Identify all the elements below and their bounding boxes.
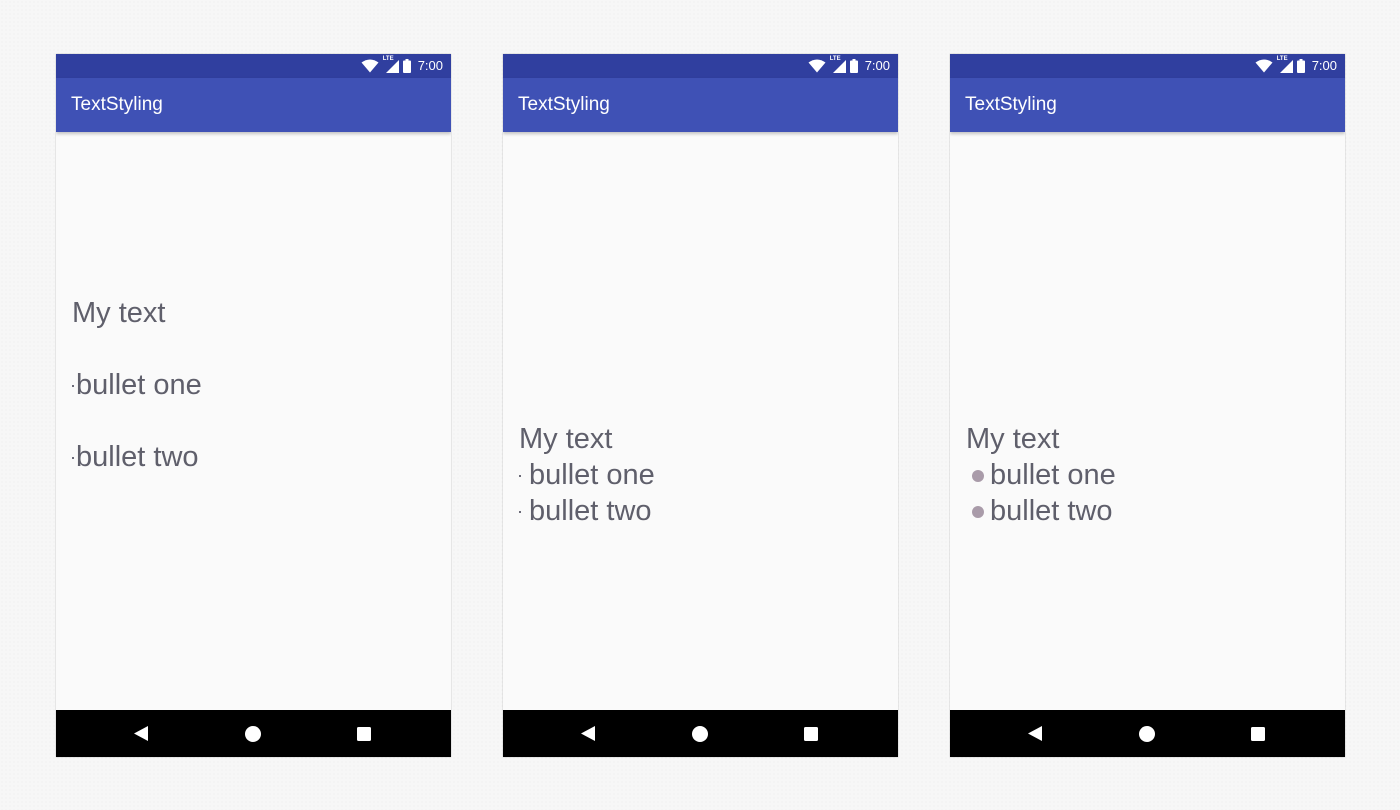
bullet-dot-icon: [519, 475, 521, 478]
back-button[interactable]: [568, 710, 608, 757]
battery-icon: [1296, 59, 1305, 73]
navigation-bar: [950, 710, 1345, 757]
app-bar: TextStyling: [503, 78, 898, 132]
status-time: 7:00: [864, 58, 890, 73]
bullet-item: bullet two: [519, 493, 655, 529]
home-circle-icon: [692, 725, 708, 742]
bullet-dot-icon: [972, 506, 984, 519]
status-bar: LTE 7:00: [503, 54, 898, 78]
status-bar: LTE 7:00: [56, 54, 451, 78]
styled-text: My text bullet one bullet two: [72, 295, 202, 475]
styled-text: My text bullet one bullet two: [966, 421, 1116, 529]
styled-text: My text bullet one bullet two: [519, 421, 655, 529]
bullet-item: bullet one: [966, 457, 1116, 493]
bullet-item: bullet one: [72, 367, 202, 403]
lte-signal-icon: LTE: [830, 56, 846, 73]
bullet-label: bullet two: [529, 495, 652, 527]
app-bar: TextStyling: [56, 78, 451, 132]
phone-screen-1: LTE 7:00 TextStyling My text bullet one …: [56, 54, 451, 757]
content-area: My text bullet one bullet two: [56, 132, 451, 710]
bullet-dot-icon: [972, 470, 984, 483]
wifi-icon: [361, 59, 379, 73]
recents-square-icon: [1251, 726, 1265, 741]
back-triangle-icon: [581, 726, 595, 741]
recents-button[interactable]: [791, 710, 831, 757]
bullet-dot-icon: [72, 457, 74, 460]
bullet-label: bullet two: [990, 495, 1113, 527]
battery-icon: [849, 59, 858, 73]
back-triangle-icon: [1028, 726, 1042, 741]
text-heading: My text: [72, 297, 166, 329]
app-title: TextStyling: [71, 94, 163, 115]
app-title: TextStyling: [518, 94, 610, 115]
lte-signal-icon: LTE: [383, 56, 399, 73]
bullet-label: bullet one: [76, 369, 202, 401]
home-circle-icon: [245, 725, 261, 742]
status-bar: LTE 7:00: [950, 54, 1345, 78]
navigation-bar: [503, 710, 898, 757]
bullet-dot-icon: [72, 385, 74, 388]
navigation-bar: [56, 710, 451, 757]
recents-button[interactable]: [344, 710, 384, 757]
phone-screen-2: LTE 7:00 TextStyling My text bullet one …: [503, 54, 898, 757]
recents-square-icon: [357, 726, 371, 741]
back-button[interactable]: [1015, 710, 1055, 757]
lte-signal-icon: LTE: [1277, 56, 1293, 73]
text-heading: My text: [519, 423, 613, 455]
bullet-label: bullet one: [529, 459, 655, 491]
bullet-item: bullet one: [519, 457, 655, 493]
status-time: 7:00: [1311, 58, 1337, 73]
bullet-label: bullet two: [76, 441, 199, 473]
recents-button[interactable]: [1238, 710, 1278, 757]
home-button[interactable]: [1127, 710, 1167, 757]
status-time: 7:00: [417, 58, 443, 73]
home-button[interactable]: [233, 710, 273, 757]
content-area: My text bullet one bullet two: [503, 132, 898, 710]
back-button[interactable]: [121, 710, 161, 757]
wifi-icon: [808, 59, 826, 73]
wifi-icon: [1255, 59, 1273, 73]
recents-square-icon: [804, 726, 818, 741]
home-circle-icon: [1139, 725, 1155, 742]
app-title: TextStyling: [965, 94, 1057, 115]
bullet-item: bullet two: [966, 493, 1116, 529]
bullet-item: bullet two: [72, 439, 202, 475]
bullet-dot-icon: [519, 511, 521, 514]
phone-screen-3: LTE 7:00 TextStyling My text bullet one …: [950, 54, 1345, 757]
battery-icon: [402, 59, 411, 73]
text-heading: My text: [966, 423, 1060, 455]
app-bar: TextStyling: [950, 78, 1345, 132]
back-triangle-icon: [134, 726, 148, 741]
home-button[interactable]: [680, 710, 720, 757]
bullet-label: bullet one: [990, 459, 1116, 491]
content-area: My text bullet one bullet two: [950, 132, 1345, 710]
